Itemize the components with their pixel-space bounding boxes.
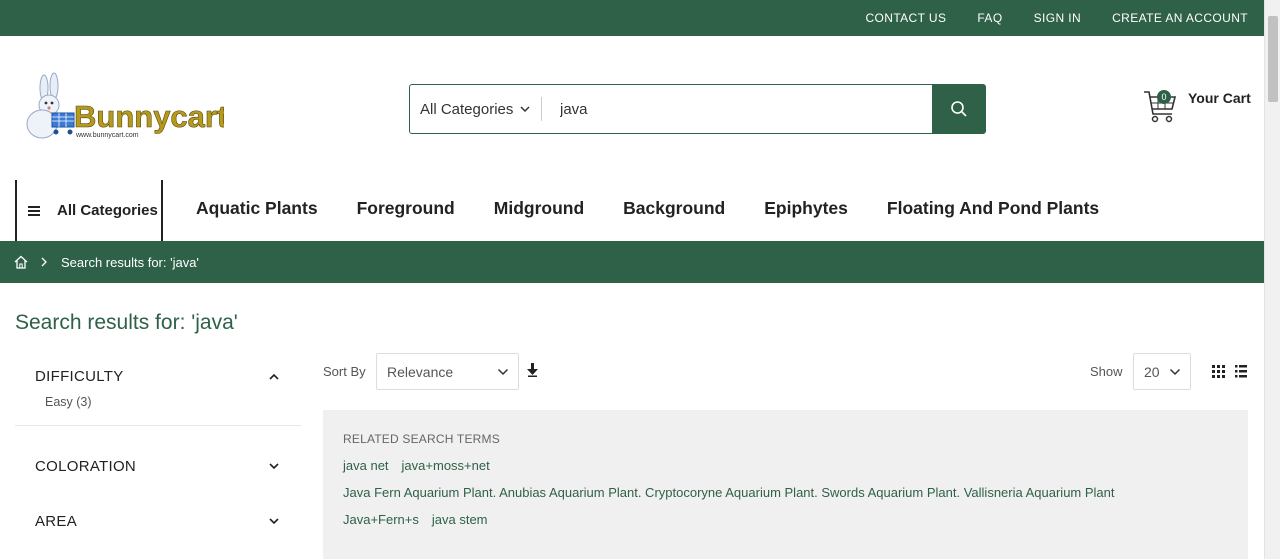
breadcrumb-current: Search results for: 'java': [61, 254, 199, 270]
search-button[interactable]: [932, 85, 985, 133]
logo-text: Bunnycart: [74, 99, 224, 134]
cart-button[interactable]: 0 Your Cart: [1143, 86, 1253, 126]
related-term-link[interactable]: Java Fern Aquarium Plant. Anubias Aquari…: [343, 486, 1115, 500]
filter-coloration: COLORATION: [15, 451, 301, 481]
list-view-icon[interactable]: [1235, 365, 1247, 378]
related-term-link[interactable]: java stem: [432, 513, 488, 527]
cart-label: Your Cart: [1188, 90, 1251, 106]
grid-view-icon[interactable]: [1212, 365, 1225, 378]
related-term-link[interactable]: Java+Fern+s: [343, 513, 419, 527]
limit-select[interactable]: 20: [1133, 353, 1191, 390]
bunny-logo-icon: Bunnycart www.bunnycart.com: [26, 72, 228, 139]
search-category-value: All Categories: [420, 100, 514, 118]
filter-difficulty: DIFFICULTY Easy (3): [15, 361, 301, 426]
chevron-down-icon: [1169, 368, 1181, 376]
nav-item-aquatic-plants[interactable]: Aquatic Plants: [196, 198, 318, 219]
chevron-right-icon: [41, 257, 47, 267]
nav-item-background[interactable]: Background: [623, 198, 725, 219]
filter-difficulty-title: DIFFICULTY: [35, 367, 124, 385]
create-account-link[interactable]: CREATE AN ACCOUNT: [1112, 11, 1248, 25]
related-term-link[interactable]: java net: [343, 459, 389, 473]
page-scrollbar[interactable]: [1264, 0, 1280, 559]
search-icon: [950, 101, 967, 117]
faq-link[interactable]: FAQ: [977, 11, 1002, 25]
filter-divider: [15, 425, 301, 426]
filter-option-easy[interactable]: Easy (3): [15, 395, 301, 409]
nav-item-foreground[interactable]: Foreground: [357, 198, 455, 219]
search-input[interactable]: [542, 85, 932, 133]
show-label: Show: [1090, 364, 1123, 379]
search-bar: All Categories: [409, 84, 986, 134]
filter-coloration-title: COLORATION: [35, 457, 137, 475]
nav-item-midground[interactable]: Midground: [494, 198, 584, 219]
related-search-terms: RELATED SEARCH TERMS java net java+moss+…: [323, 410, 1248, 559]
nav-item-floating-and-pond-plants[interactable]: Floating And Pond Plants: [887, 198, 1099, 219]
related-term-link[interactable]: java+moss+net: [402, 459, 490, 473]
filter-difficulty-header[interactable]: DIFFICULTY: [15, 361, 301, 391]
chevron-down-icon: [520, 106, 530, 113]
logo-url: www.bunnycart.com: [75, 132, 139, 139]
related-terms-row: Java+Fern+s java stem: [343, 513, 1228, 527]
filter-coloration-header[interactable]: COLORATION: [15, 451, 301, 481]
page-title: Search results for: 'java': [15, 311, 238, 334]
related-search-terms-title: RELATED SEARCH TERMS: [343, 432, 500, 446]
all-categories-menu-button[interactable]: All Categories: [15, 180, 163, 241]
search-category-select[interactable]: All Categories: [410, 85, 542, 133]
filter-area-title: AREA: [35, 512, 78, 530]
all-categories-label: All Categories: [57, 202, 158, 219]
top-bar: CONTACT US FAQ SIGN IN CREATE AN ACCOUNT: [0, 0, 1264, 36]
contact-us-link[interactable]: CONTACT US: [865, 11, 946, 25]
limit-value: 20: [1144, 363, 1160, 380]
scrollbar-thumb[interactable]: [1268, 16, 1278, 102]
top-links: CONTACT US FAQ SIGN IN CREATE AN ACCOUNT: [865, 0, 1248, 36]
chevron-down-icon: [497, 368, 509, 376]
filter-area-header[interactable]: AREA: [15, 506, 301, 536]
chevron-down-icon: [269, 462, 279, 469]
bunnycart-logo[interactable]: Bunnycart www.bunnycart.com: [18, 72, 228, 144]
chevron-up-icon: [269, 373, 279, 380]
cart-count-badge: 0: [1157, 90, 1171, 104]
main-nav: Aquatic Plants Foreground Midground Back…: [196, 198, 1099, 219]
sort-direction-arrow-icon[interactable]: [527, 363, 538, 377]
related-terms-row: Java Fern Aquarium Plant. Anubias Aquari…: [343, 486, 1228, 500]
hamburger-menu-icon: [28, 205, 40, 216]
sort-by-label: Sort By: [323, 364, 366, 379]
nav-item-epiphytes[interactable]: Epiphytes: [764, 198, 848, 219]
related-terms-row: java net java+moss+net: [343, 459, 1228, 473]
sort-by-select[interactable]: Relevance: [376, 353, 519, 390]
sign-in-link[interactable]: SIGN IN: [1034, 11, 1081, 25]
breadcrumb: Search results for: 'java': [0, 241, 1264, 283]
filter-area: AREA: [15, 506, 301, 536]
sort-by-value: Relevance: [387, 363, 454, 380]
home-icon[interactable]: [14, 255, 28, 269]
chevron-down-icon: [269, 517, 279, 524]
